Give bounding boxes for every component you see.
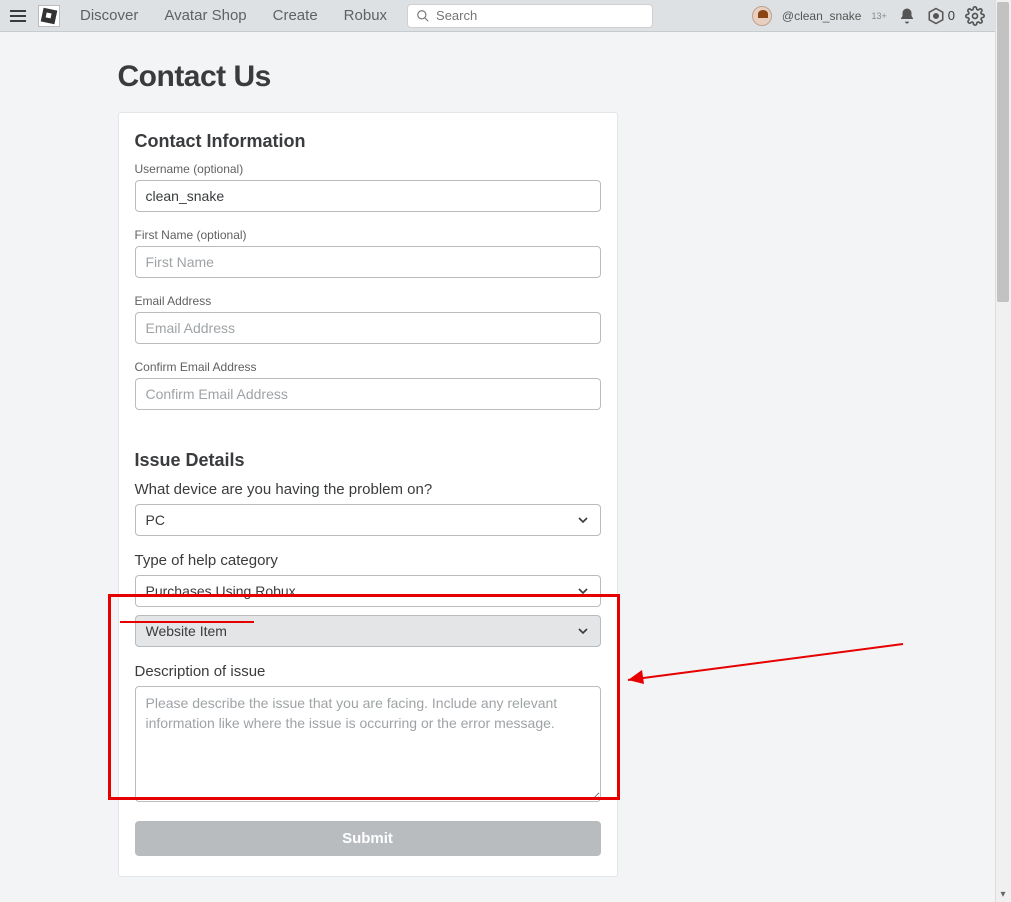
firstname-label: First Name (optional): [135, 228, 601, 242]
nav-discover[interactable]: Discover: [80, 7, 138, 24]
firstname-input[interactable]: [135, 246, 601, 278]
roblox-logo[interactable]: [38, 5, 60, 27]
issue-details-heading: Issue Details: [135, 450, 601, 471]
confirm-email-label: Confirm Email Address: [135, 360, 601, 374]
notifications-icon[interactable]: [897, 6, 917, 26]
settings-icon[interactable]: [965, 6, 985, 26]
top-nav: Discover Avatar Shop Create Robux @clean…: [0, 0, 995, 32]
nav-create[interactable]: Create: [273, 7, 318, 24]
contact-form-card: Contact Information Username (optional) …: [118, 112, 618, 877]
description-textarea[interactable]: [135, 686, 601, 802]
nav-username[interactable]: @clean_snake: [782, 9, 862, 23]
device-label: What device are you having the problem o…: [135, 481, 601, 498]
robux-count: 0: [948, 8, 955, 23]
contact-info-heading: Contact Information: [135, 131, 601, 152]
search-box[interactable]: [407, 4, 653, 28]
age-badge: 13+: [871, 11, 886, 21]
email-input[interactable]: [135, 312, 601, 344]
page-title: Contact Us: [118, 60, 878, 94]
robux-balance[interactable]: 0: [927, 7, 955, 25]
search-icon: [416, 9, 430, 23]
browser-scrollbar[interactable]: ▴ ▾: [995, 0, 1011, 902]
subcategory-select[interactable]: Website Item: [135, 615, 601, 647]
search-input[interactable]: [436, 8, 644, 23]
nav-right: @clean_snake 13+ 0: [752, 6, 985, 26]
username-label: Username (optional): [135, 162, 601, 176]
category-select[interactable]: Purchases Using Robux: [135, 575, 601, 607]
annotation-underline: [120, 621, 254, 623]
category-label: Type of help category: [135, 552, 601, 569]
robux-icon: [927, 7, 945, 25]
menu-icon[interactable]: [10, 6, 30, 26]
description-label: Description of issue: [135, 663, 601, 680]
username-input[interactable]: [135, 180, 601, 212]
submit-button[interactable]: Submit: [135, 821, 601, 856]
email-label: Email Address: [135, 294, 601, 308]
nav-avatar-shop[interactable]: Avatar Shop: [164, 7, 246, 24]
confirm-email-input[interactable]: [135, 378, 601, 410]
scroll-thumb[interactable]: [997, 2, 1009, 302]
scroll-down-arrow[interactable]: ▾: [995, 886, 1011, 902]
nav-robux[interactable]: Robux: [344, 7, 387, 24]
device-select[interactable]: PC: [135, 504, 601, 536]
avatar[interactable]: [752, 6, 772, 26]
nav-links: Discover Avatar Shop Create Robux: [80, 7, 387, 24]
